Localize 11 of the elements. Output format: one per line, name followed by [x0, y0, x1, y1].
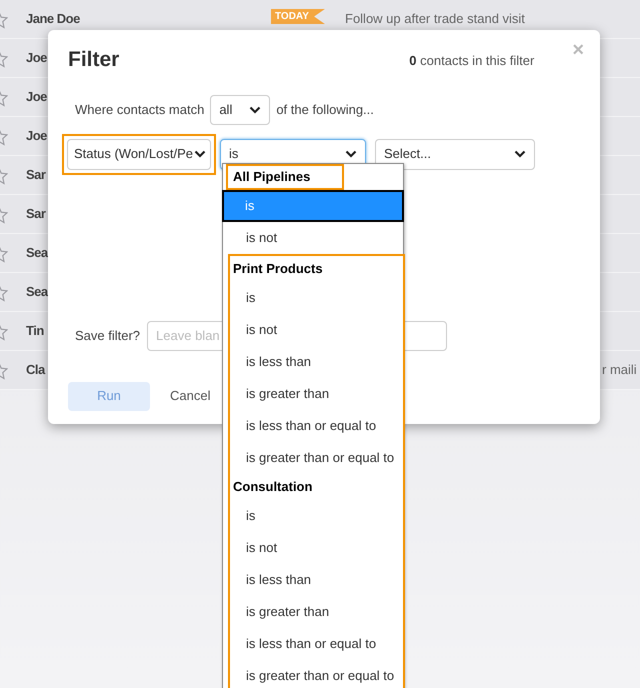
group-header: Print Products	[232, 260, 324, 278]
task-note: r maili	[602, 361, 637, 379]
group-header: Consultation	[232, 478, 314, 496]
task-note: Follow up after trade stand visit	[345, 10, 525, 28]
match-suffix: of the following...	[276, 100, 374, 119]
group-header: All Pipelines	[226, 164, 344, 190]
match-label: Where contacts match	[75, 100, 204, 119]
contact-count: 0 contacts in this filter	[409, 52, 534, 70]
today-badge: TODAY	[271, 9, 325, 24]
dialog-title: Filter	[68, 47, 120, 73]
save-label: Save filter?	[75, 326, 140, 345]
